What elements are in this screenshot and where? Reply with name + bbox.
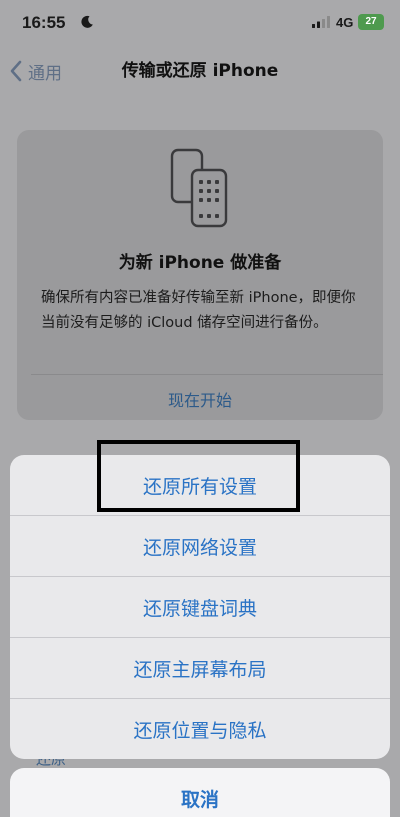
reset-keyboard-dictionary-button[interactable]: 还原键盘词典 — [10, 577, 390, 637]
status-bar: 16:55 4G 27 — [0, 0, 400, 48]
card-title: 为新 iPhone 做准备 — [118, 253, 282, 273]
reset-home-screen-layout-button[interactable]: 还原主屏幕布局 — [10, 638, 390, 698]
reset-all-settings-button[interactable]: 还原所有设置 — [10, 455, 390, 515]
cancel-button[interactable]: 取消 — [10, 768, 390, 817]
card-description: 确保所有内容已准备好传输至新 iPhone，即便你当前没有足够的 iCloud … — [41, 290, 356, 331]
moon-icon — [81, 15, 93, 28]
signal-icon — [312, 16, 330, 28]
prepare-card: 为新 iPhone 做准备 确保所有内容已准备好传输至新 iPhone，即便你当… — [17, 130, 383, 420]
reset-action-sheet: 还原所有设置 还原网络设置 还原键盘词典 还原主屏幕布局 还原位置与隐私 — [10, 455, 390, 759]
back-label: 通用 — [28, 63, 62, 84]
status-time: 16:55 — [22, 13, 66, 32]
battery-icon: 27 — [358, 14, 384, 30]
reset-location-privacy-button[interactable]: 还原位置与隐私 — [10, 699, 390, 759]
chevron-left-icon — [10, 60, 22, 82]
network-type: 4G — [336, 15, 354, 30]
card-divider — [31, 374, 383, 375]
phones-transfer-icon — [170, 148, 228, 228]
back-button[interactable]: 通用 — [8, 58, 62, 84]
reset-network-settings-button[interactable]: 还原网络设置 — [10, 516, 390, 576]
get-started-link[interactable]: 现在开始 — [17, 387, 383, 411]
